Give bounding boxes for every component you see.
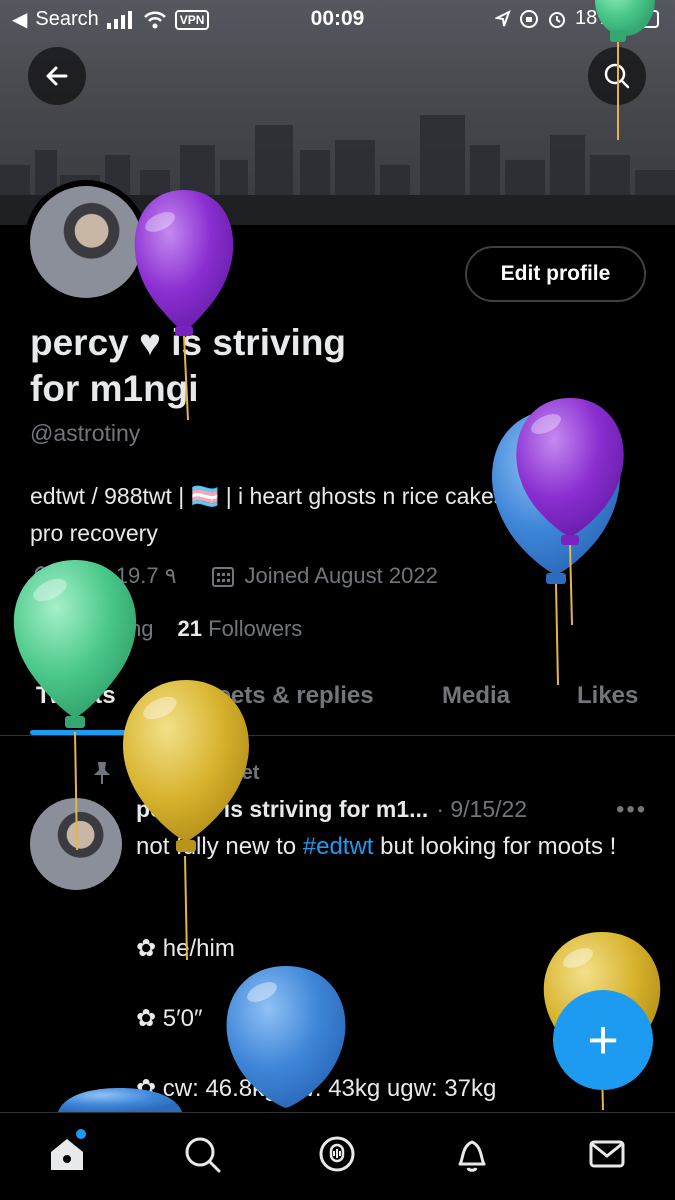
- active-tab-indicator: [30, 730, 130, 735]
- nav-messages[interactable]: [584, 1131, 630, 1177]
- bio-line-2: pro recovery: [30, 520, 158, 546]
- back-button[interactable]: [28, 47, 86, 105]
- pinned-tweet-label: Pinned Tweet: [90, 760, 259, 786]
- home-notification-dot: [76, 1129, 86, 1139]
- profile-location: bmi : 19.7 ٩: [62, 563, 177, 588]
- following-label: Following: [60, 616, 154, 641]
- tweet-line-weights: ✿ cw: 46.8kg gw: 43kg ugw: 37kg: [136, 1075, 497, 1102]
- profile-name-line-1: percy ♥ is striving: [30, 322, 347, 363]
- tab-likes[interactable]: Likes: [577, 682, 638, 710]
- tab-media[interactable]: Media: [442, 682, 510, 710]
- battery-percent: 18%: [574, 7, 615, 29]
- profile-name: percy ♥ is striving for m1ngi: [30, 320, 430, 412]
- bell-icon: [458, 1140, 486, 1172]
- battery-icon: [623, 9, 659, 28]
- home-icon: [51, 1139, 83, 1170]
- followers-count: 21: [177, 616, 203, 641]
- profile-tabs: Tweets Tweets & replies Media Likes: [0, 670, 675, 736]
- profile-meta: bmi : 19.7 ٩ Joined August 2022: [30, 563, 438, 589]
- bottom-nav: [0, 1112, 675, 1200]
- profile-joined: Joined August 2022: [244, 563, 438, 588]
- profile-handle: @astrotiny: [30, 420, 141, 446]
- search-icon: [604, 63, 630, 89]
- tweet-text-post: but looking for moots !: [373, 833, 617, 860]
- tweet-header: percy ♥ is striving for m1... · 9/15/22: [136, 796, 527, 823]
- avatar-image: [30, 186, 142, 298]
- rotation-lock-icon: [519, 9, 538, 28]
- following-link[interactable]: 28 Following: [30, 616, 154, 642]
- follow-stats: 28 Following 21 Followers: [30, 616, 302, 642]
- calendar-icon: [211, 567, 234, 587]
- envelope-icon: [589, 1140, 625, 1168]
- following-count: 28: [30, 616, 55, 641]
- search-button[interactable]: [588, 47, 646, 105]
- tweet-avatar[interactable]: [30, 798, 122, 890]
- arrow-left-icon: [46, 66, 68, 86]
- tab-tweets[interactable]: Tweets: [36, 682, 116, 710]
- followers-label: Followers: [208, 616, 303, 641]
- search-icon: [185, 1137, 221, 1173]
- tweet-text: not fully new to #edtwt but looking for …: [136, 830, 636, 864]
- tweet-line-pronouns: ✿ he/him: [136, 935, 235, 962]
- followers-link[interactable]: 21 Followers: [178, 616, 303, 642]
- location-pin-icon: [34, 565, 48, 587]
- tweet-text-pre: not fully new to: [136, 833, 303, 860]
- profile-avatar[interactable]: [24, 180, 148, 304]
- alarm-icon: [548, 11, 565, 28]
- pinned-label: Pinned Tweet: [132, 761, 260, 784]
- profile-bio: edtwt / 988twt | 🏳️‍⚧️ | i heart ghosts …: [30, 478, 650, 552]
- tweet-date[interactable]: · 9/15/22: [436, 796, 527, 823]
- edit-profile-button[interactable]: Edit profile: [465, 246, 646, 302]
- nav-spaces[interactable]: [314, 1131, 360, 1177]
- nav-search[interactable]: [179, 1131, 225, 1177]
- tweet-more-button[interactable]: •••: [616, 796, 647, 824]
- pin-icon: [94, 762, 110, 784]
- tweet-line-height: ✿ 5′0″: [136, 1005, 203, 1032]
- spaces-microphone-icon: [319, 1136, 355, 1172]
- tweet-author-name[interactable]: percy ♥ is striving for m1...: [136, 796, 428, 823]
- tab-tweets-replies[interactable]: Tweets & replies: [186, 682, 374, 710]
- compose-tweet-button[interactable]: +: [553, 990, 653, 1090]
- nav-notifications[interactable]: [449, 1131, 495, 1177]
- hashtag-link[interactable]: #edtwt: [303, 833, 374, 860]
- location-icon: [494, 9, 511, 26]
- profile-name-line-2: for m1ngi: [30, 368, 199, 409]
- bio-line-1: edtwt / 988twt | 🏳️‍⚧️ | i heart ghosts …: [30, 483, 518, 509]
- status-bar: ◀ Search VPN 00:09 18%: [0, 0, 675, 38]
